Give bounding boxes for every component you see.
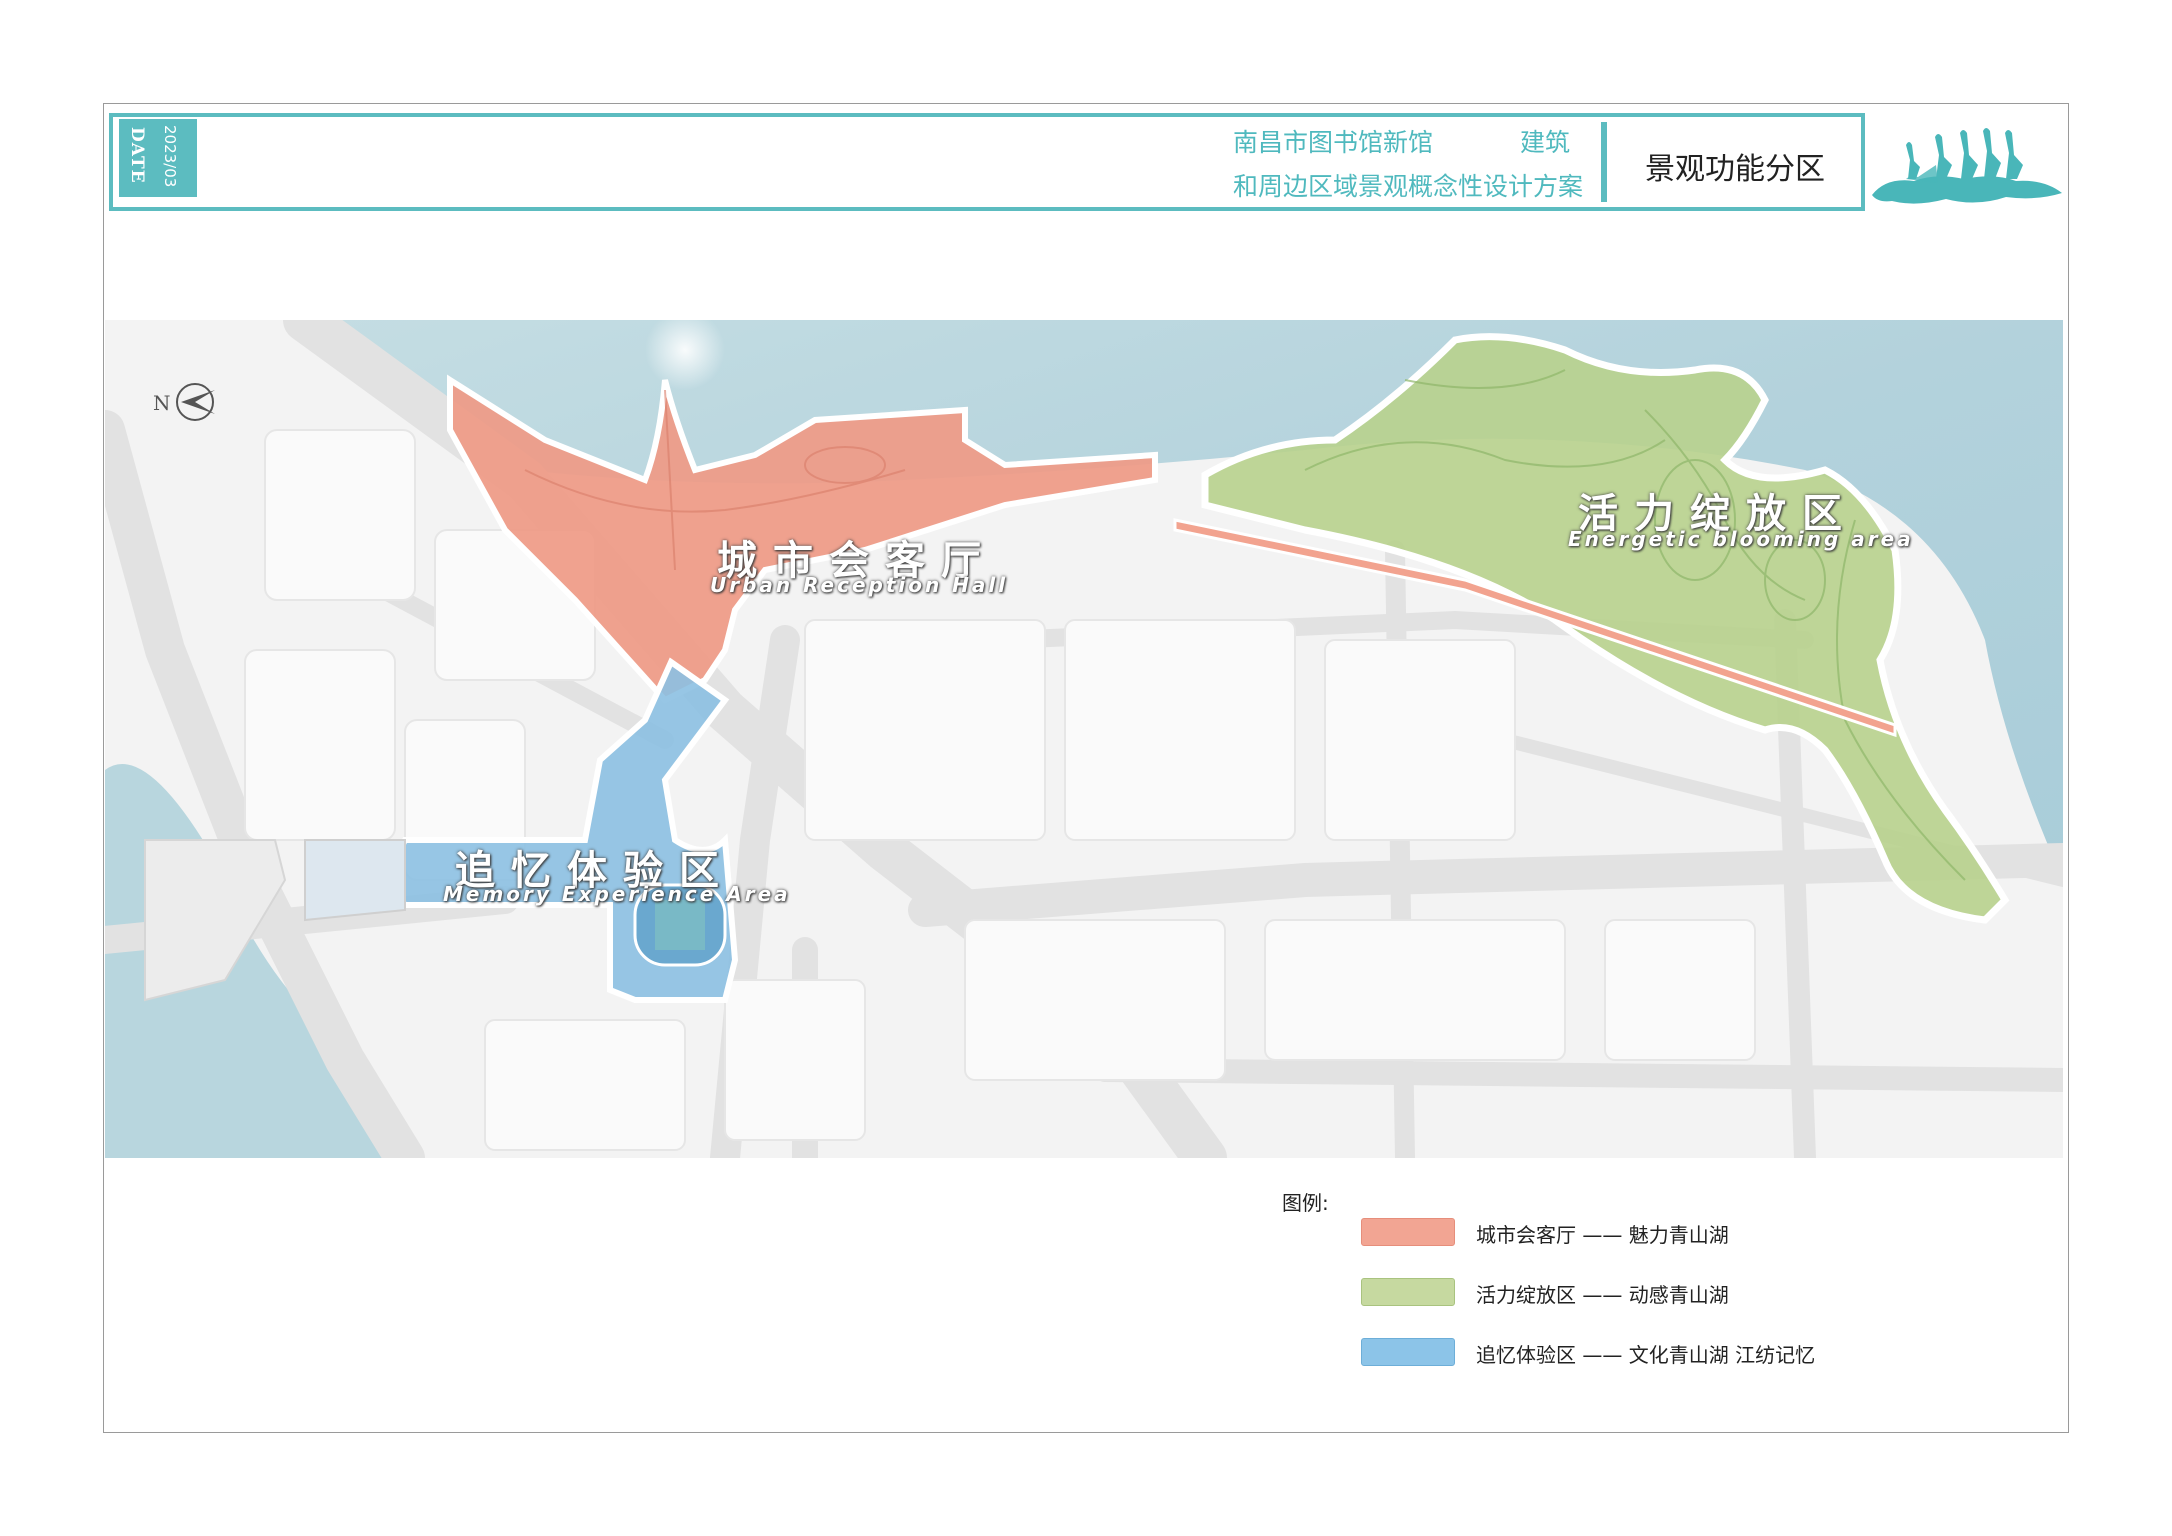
legend-swatch-urban <box>1361 1218 1455 1246</box>
date-value: 2023/03 <box>161 125 179 188</box>
legend-item-memory: 追忆体验区 —— 文化青山湖 江纺记忆 <box>1476 1343 1816 1367</box>
site-plan-map: N <box>105 320 2063 1158</box>
header-divider <box>1601 122 1607 202</box>
dock-structure <box>304 839 406 922</box>
legend-swatch-memory <box>1361 1338 1455 1366</box>
date-badge: DATE 2023/03 <box>119 119 197 197</box>
legend-item-urban: 城市会客厅 —— 魅力青山湖 <box>1476 1223 1729 1247</box>
compass-label: N <box>153 391 171 415</box>
project-category: 建筑 <box>1520 128 1571 157</box>
date-label: DATE <box>127 127 147 184</box>
legend-title: 图例: <box>1282 1191 1329 1215</box>
project-name-line1: 南昌市图书馆新馆 <box>1233 129 1434 157</box>
page-title: 景观功能分区 <box>1645 152 1825 187</box>
project-name-line2: 和周边区域景观概念性设计方案 <box>1233 172 1584 201</box>
legend-item-energetic: 活力绽放区 —— 动感青山湖 <box>1476 1283 1729 1307</box>
energetic-zone-subtitle: Energetic blooming area <box>1568 527 1914 551</box>
urban-zone-subtitle: Urban Reception Hall <box>710 573 1009 597</box>
memory-zone-subtitle: Memory Experience Area <box>443 882 791 906</box>
legend-swatch-energetic <box>1361 1278 1455 1306</box>
football-pitch <box>655 900 705 950</box>
egret-logo <box>1872 128 2062 204</box>
